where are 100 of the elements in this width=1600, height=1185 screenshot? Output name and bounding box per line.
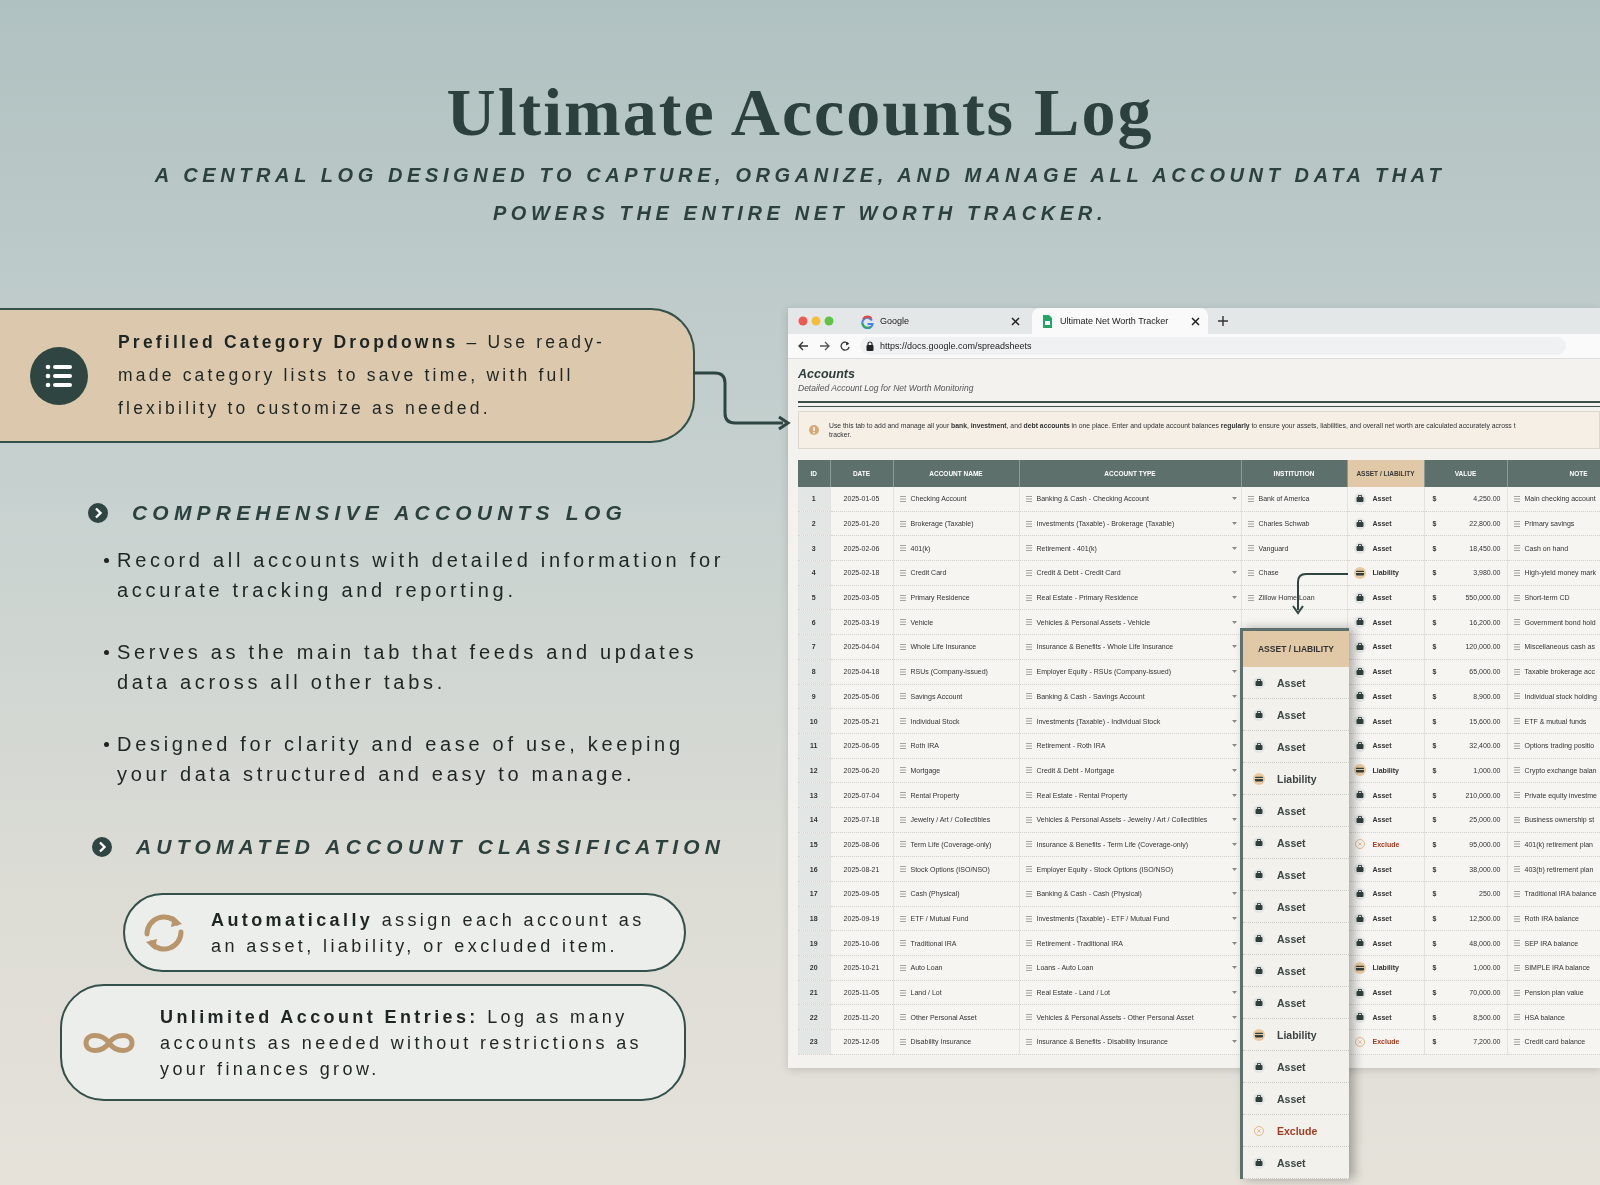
drag-handle-icon bbox=[899, 693, 906, 700]
dropdown-option[interactable]: Exclude bbox=[1243, 1115, 1349, 1147]
briefcase-icon bbox=[1353, 937, 1366, 950]
dropdown-caret-icon[interactable] bbox=[1231, 991, 1237, 995]
dropdown-caret-icon[interactable] bbox=[1231, 867, 1237, 871]
drag-handle-icon bbox=[1513, 816, 1520, 823]
reload-icon[interactable] bbox=[840, 341, 850, 351]
plus-icon[interactable] bbox=[1218, 316, 1228, 326]
dropdown-option[interactable]: Asset bbox=[1243, 955, 1349, 987]
briefcase-icon bbox=[1253, 964, 1265, 977]
dropdown-option[interactable]: Asset bbox=[1243, 667, 1349, 699]
dropdown-caret-icon[interactable] bbox=[1231, 719, 1237, 723]
briefcase-icon bbox=[1353, 863, 1366, 876]
browser-tab[interactable]: Google bbox=[852, 308, 1028, 334]
dropdown-caret-icon[interactable] bbox=[1231, 793, 1237, 797]
forward-icon[interactable] bbox=[819, 341, 830, 351]
card-text: Automatically assign each account as an asset, liability, or excluded item. bbox=[211, 908, 646, 958]
bullet-dot bbox=[104, 742, 109, 747]
briefcase-icon bbox=[1353, 813, 1366, 826]
card-icon bbox=[1353, 961, 1366, 974]
drag-handle-icon bbox=[899, 718, 906, 725]
briefcase-icon bbox=[1253, 996, 1265, 1009]
drag-handle-icon bbox=[1513, 915, 1520, 922]
drag-handle-icon bbox=[1025, 569, 1032, 576]
dropdown-caret-icon[interactable] bbox=[1231, 1040, 1237, 1044]
drag-handle-icon bbox=[1513, 767, 1520, 774]
dropdown-caret-icon[interactable] bbox=[1231, 1015, 1237, 1019]
dropdown-caret-icon[interactable] bbox=[1231, 497, 1237, 501]
sheet-subtitle: Detailed Account Log for Net Worth Monitoring bbox=[798, 383, 975, 393]
dropdown-option[interactable]: Asset bbox=[1243, 923, 1349, 955]
briefcase-icon bbox=[1353, 665, 1366, 678]
drag-handle-icon bbox=[1513, 742, 1520, 749]
browser-tab[interactable]: Ultimate Net Worth Tracker bbox=[1032, 308, 1208, 334]
dropdown-option[interactable]: Asset bbox=[1243, 891, 1349, 923]
chevron-icon bbox=[92, 837, 112, 857]
chevron-icon bbox=[88, 503, 108, 523]
dropdown-caret-icon[interactable] bbox=[1231, 522, 1237, 526]
drag-handle-icon bbox=[899, 915, 906, 922]
dropdown-option[interactable]: Asset bbox=[1243, 795, 1349, 827]
dropdown-caret-icon[interactable] bbox=[1231, 768, 1237, 772]
drag-handle-icon bbox=[1025, 767, 1032, 774]
dropdown-caret-icon[interactable] bbox=[1231, 620, 1237, 624]
dropdown-caret-icon[interactable] bbox=[1231, 917, 1237, 921]
dropdown-caret-icon[interactable] bbox=[1231, 966, 1237, 970]
dropdown-caret-icon[interactable] bbox=[1231, 842, 1237, 846]
briefcase-icon bbox=[1353, 789, 1366, 802]
address-bar[interactable]: https://docs.google.com/spreadsheets bbox=[860, 337, 1566, 355]
briefcase-icon bbox=[1353, 542, 1366, 555]
briefcase-icon bbox=[1353, 912, 1366, 925]
briefcase-icon bbox=[1253, 1092, 1265, 1105]
drag-handle-icon bbox=[899, 520, 906, 527]
dropdown-caret-icon[interactable] bbox=[1231, 670, 1237, 674]
page-title: Ultimate Accounts Log bbox=[446, 74, 1154, 150]
dropdown-caret-icon[interactable] bbox=[1231, 596, 1237, 600]
dropdown-option[interactable]: Asset bbox=[1243, 859, 1349, 891]
dropdown-caret-icon[interactable] bbox=[1231, 694, 1237, 698]
drag-handle-icon bbox=[1247, 495, 1254, 502]
card-text: Unlimited Account Entries: Log as many accounts as needed without restrictions as your finances grow. bbox=[160, 1005, 643, 1081]
dropdown-caret-icon[interactable] bbox=[1231, 744, 1237, 748]
tab-title: Google bbox=[880, 316, 911, 326]
briefcase-icon bbox=[1253, 868, 1265, 881]
feature-text: Prefilled Category Dropdowns – Use ready-made category lists to save time, with full flexibility to customize as needed. bbox=[118, 331, 607, 420]
dropdown-caret-icon[interactable] bbox=[1231, 818, 1237, 822]
dropdown-option[interactable]: Liability bbox=[1243, 1019, 1349, 1051]
drag-handle-icon bbox=[1025, 693, 1032, 700]
dropdown-option[interactable]: Asset bbox=[1243, 1147, 1349, 1179]
back-icon[interactable] bbox=[798, 341, 809, 351]
dropdown-option[interactable]: Asset bbox=[1243, 1083, 1349, 1115]
close-icon[interactable] bbox=[1011, 316, 1020, 326]
dropdown-option[interactable]: Liability bbox=[1243, 763, 1349, 795]
dropdown-caret-icon[interactable] bbox=[1231, 546, 1237, 550]
drag-handle-icon bbox=[1025, 520, 1032, 527]
card-icon bbox=[1253, 772, 1265, 785]
tab-title: Ultimate Net Worth Tracker bbox=[1060, 316, 1170, 326]
close-icon[interactable] bbox=[1191, 316, 1200, 326]
dropdown-header: ASSET / LIABILITY bbox=[1243, 628, 1349, 667]
drag-handle-icon bbox=[1025, 841, 1032, 848]
drag-handle-icon bbox=[1247, 594, 1254, 601]
briefcase-icon bbox=[1253, 676, 1265, 689]
briefcase-icon bbox=[1253, 1060, 1265, 1073]
drag-handle-icon bbox=[1025, 890, 1032, 897]
dropdown-option[interactable]: Asset bbox=[1243, 1051, 1349, 1083]
dropdown-caret-icon[interactable] bbox=[1231, 645, 1237, 649]
drag-handle-icon bbox=[1025, 718, 1032, 725]
briefcase-icon bbox=[1353, 887, 1366, 900]
dropdown-caret-icon[interactable] bbox=[1231, 571, 1237, 575]
drag-handle-icon bbox=[1513, 940, 1520, 947]
dropdown-caret-icon[interactable] bbox=[1231, 941, 1237, 945]
dropdown-option[interactable]: Asset bbox=[1243, 987, 1349, 1019]
bullet-text: Serves as the main tab that feeds and updates data across all other tabs. bbox=[117, 640, 699, 695]
drag-handle-icon bbox=[899, 792, 906, 799]
dropdown-option[interactable]: Asset bbox=[1243, 731, 1349, 763]
dropdown-option[interactable]: Asset bbox=[1243, 699, 1349, 731]
dropdown-caret-icon[interactable] bbox=[1231, 892, 1237, 896]
drag-handle-icon bbox=[1025, 742, 1032, 749]
card-icon bbox=[1253, 1028, 1265, 1041]
drag-handle-icon bbox=[1025, 545, 1032, 552]
dropdown-option[interactable]: Asset bbox=[1243, 827, 1349, 859]
google-icon bbox=[860, 313, 874, 329]
drag-handle-icon bbox=[899, 816, 906, 823]
